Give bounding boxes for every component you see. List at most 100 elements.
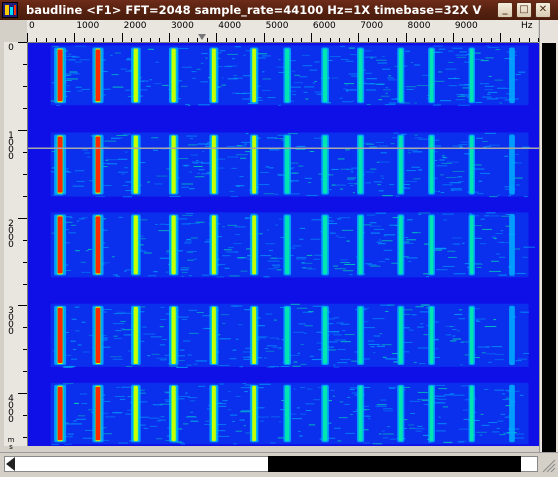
horizontal-scrollbar-thumb[interactable] <box>268 456 521 472</box>
noise-streak <box>153 149 158 151</box>
vertical-scrollbar-thumb[interactable] <box>542 43 556 458</box>
noise-streak <box>149 79 153 81</box>
harmonic-track-core <box>285 135 290 194</box>
noise-streak <box>317 387 321 389</box>
noise-streak <box>229 275 240 277</box>
noise-streak <box>178 396 190 398</box>
frequency-tick-label: 8000 <box>407 21 431 31</box>
noise-streak <box>296 258 307 260</box>
noise-streak <box>459 146 463 148</box>
noise-streak <box>405 86 417 88</box>
scroll-left-arrow-icon[interactable] <box>6 457 15 471</box>
noise-streak <box>432 104 442 106</box>
noise-streak <box>405 50 411 52</box>
scroll-right-arrow-icon[interactable] <box>524 457 533 471</box>
noise-streak <box>292 245 301 247</box>
noise-streak <box>299 76 308 78</box>
noise-streak <box>302 311 313 313</box>
noise-streak <box>368 343 380 345</box>
frequency-ruler-tick <box>396 38 398 42</box>
noise-streak <box>370 346 375 348</box>
noise-streak <box>301 267 307 269</box>
noise-streak <box>88 409 93 411</box>
noise-streak <box>377 184 381 186</box>
noise-streak <box>187 354 192 356</box>
close-icon[interactable]: ✕ <box>535 2 551 18</box>
noise-streak <box>497 241 504 243</box>
noise-streak <box>68 59 76 61</box>
time-ruler[interactable]: 0 1000 2000 3000 4000 ms <box>4 42 28 451</box>
harmonic-track-strong <box>211 385 216 442</box>
noise-streak <box>347 177 357 179</box>
noise-streak <box>150 336 162 338</box>
noise-streak <box>178 158 189 160</box>
noise-streak <box>114 52 121 54</box>
noise-streak <box>180 85 188 87</box>
noise-streak <box>352 100 355 102</box>
noise-streak <box>114 337 122 339</box>
noise-streak <box>190 237 198 239</box>
noise-streak <box>267 260 280 262</box>
noise-streak <box>395 195 400 197</box>
noise-streak <box>413 361 417 363</box>
noise-streak <box>267 97 276 99</box>
time-ruler-tick <box>23 349 27 351</box>
baudline-app-icon[interactable] <box>2 2 18 18</box>
noise-streak <box>181 271 188 273</box>
spectrogram-display[interactable] <box>28 43 539 446</box>
resize-grip-icon[interactable] <box>540 457 556 473</box>
frequency-ruler-tick <box>83 38 85 42</box>
noise-streak <box>56 104 61 106</box>
noise-streak <box>383 408 393 410</box>
noise-streak <box>462 242 465 244</box>
harmonic-track-strong <box>171 135 176 194</box>
noise-streak <box>103 246 109 248</box>
noise-streak <box>75 170 85 172</box>
noise-streak <box>263 193 274 195</box>
title-bar[interactable]: baudline <F1> FFT=2048 sample_rate=44100… <box>0 0 558 20</box>
noise-streak <box>366 78 377 80</box>
noise-streak <box>474 262 482 264</box>
minimize-icon[interactable]: _ <box>497 2 513 18</box>
noise-streak <box>333 364 336 366</box>
noise-streak <box>74 306 80 308</box>
noise-streak <box>480 218 485 220</box>
time-ruler-tick <box>23 63 27 65</box>
noise-streak <box>301 54 310 56</box>
noise-streak <box>438 71 443 73</box>
noise-streak <box>442 265 455 267</box>
vertical-scrollbar[interactable] <box>539 20 558 464</box>
noise-streak <box>334 427 341 429</box>
noise-streak <box>499 102 503 104</box>
noise-streak <box>494 359 504 361</box>
noise-streak <box>497 420 504 422</box>
harmonic-track-strong <box>133 135 138 194</box>
harmonic-track-peak <box>95 307 101 363</box>
noise-streak <box>350 171 354 173</box>
noise-streak <box>442 406 449 408</box>
noise-streak <box>82 149 88 151</box>
noise-streak <box>434 159 438 161</box>
noise-streak <box>257 57 266 59</box>
noise-streak <box>410 314 417 316</box>
noise-streak <box>122 196 133 198</box>
frequency-ruler-tick <box>452 33 454 42</box>
horizontal-scrollbar[interactable] <box>0 452 558 477</box>
frequency-ruler-tick <box>291 38 293 42</box>
noise-streak <box>379 333 383 335</box>
noise-streak <box>410 61 413 63</box>
noise-streak <box>156 420 161 422</box>
noise-streak <box>386 426 391 428</box>
frequency-ruler[interactable]: 0 1000 2000 3000 4000 5000 6000 7000 8000 9000 Hz <box>27 20 539 43</box>
noise-streak <box>191 71 197 73</box>
noise-streak <box>176 366 188 368</box>
maximize-icon[interactable]: □ <box>516 2 532 18</box>
noise-streak <box>448 61 454 63</box>
frequency-marker-icon[interactable] <box>198 34 206 40</box>
noise-streak <box>515 153 519 155</box>
harmonic-track-peak <box>57 49 63 102</box>
noise-streak <box>262 89 271 91</box>
noise-streak <box>181 318 188 320</box>
noise-streak <box>495 253 500 255</box>
noise-streak <box>365 182 371 184</box>
